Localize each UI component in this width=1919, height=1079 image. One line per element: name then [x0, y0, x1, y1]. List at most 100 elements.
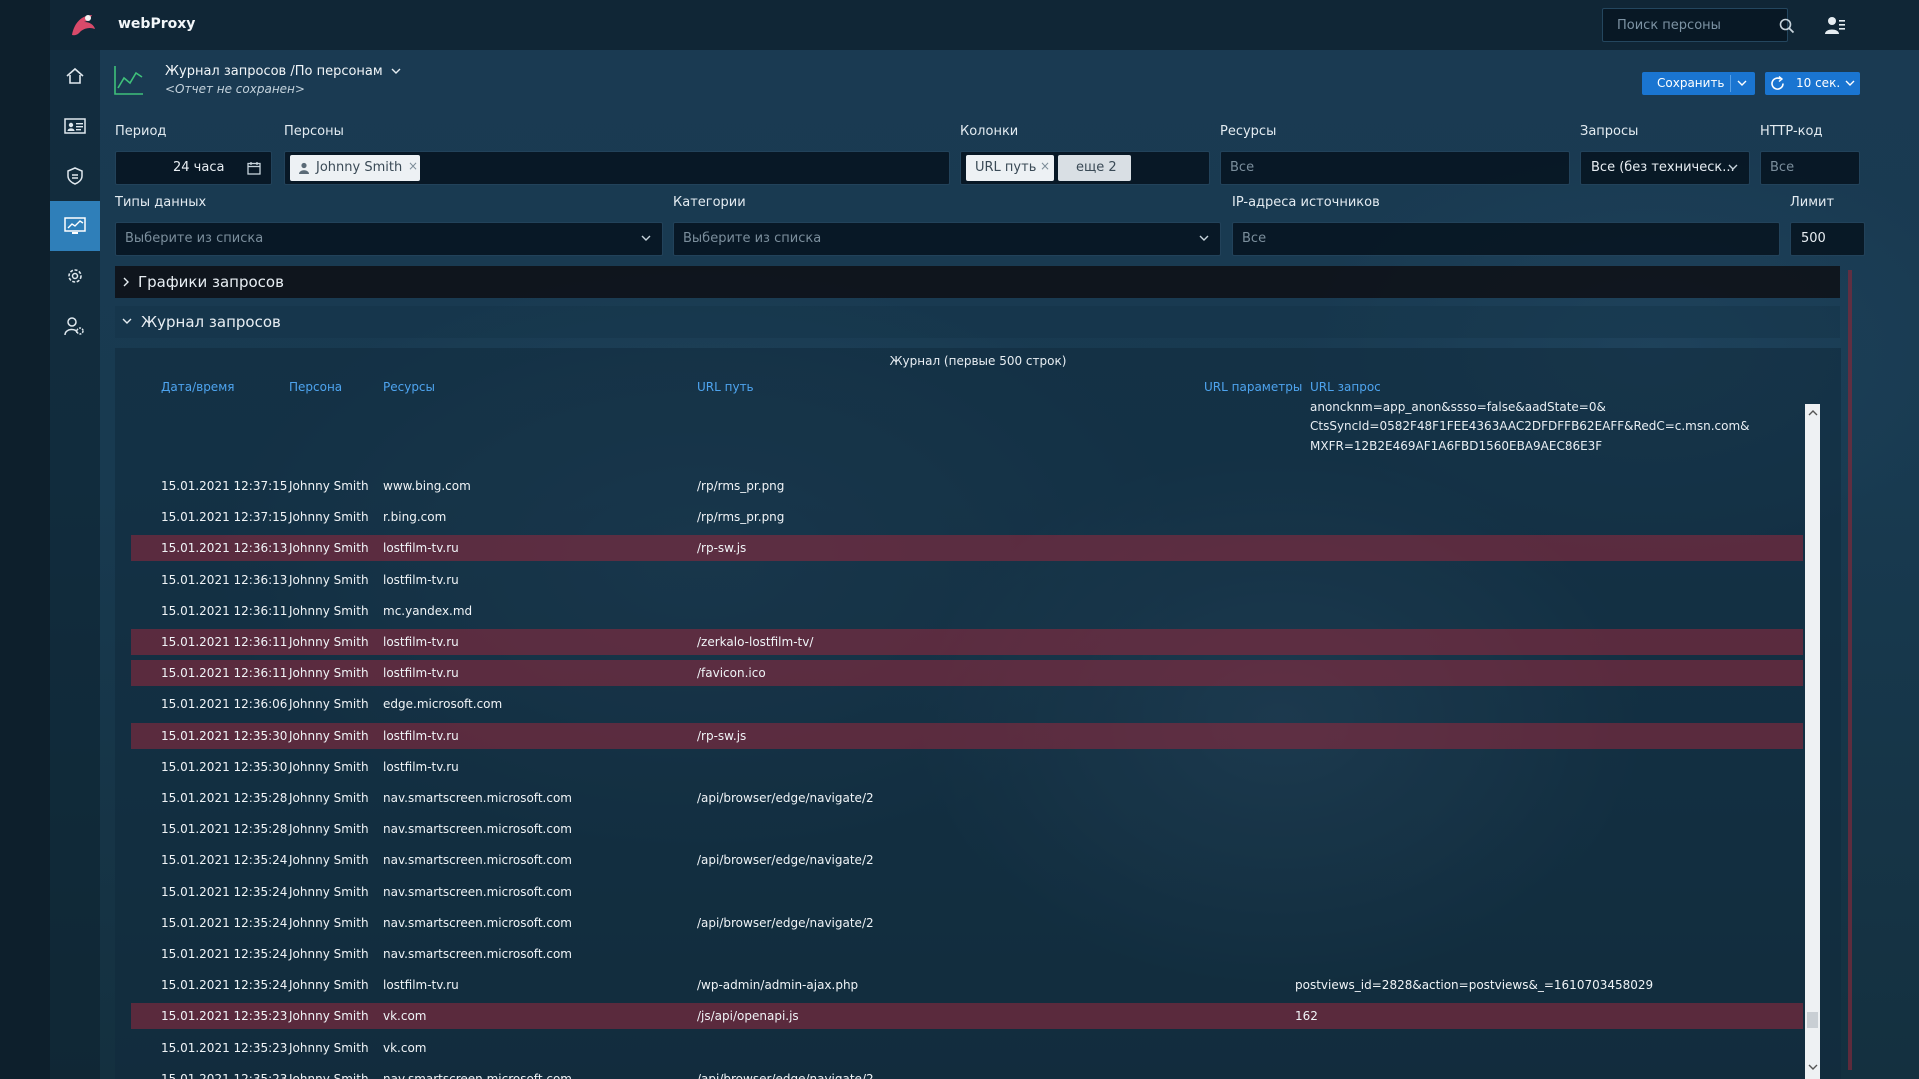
table-row[interactable]: 15.01.2021 12:36:13 Johnny Smith lostfilm-… — [131, 567, 1803, 593]
remove-tag-icon[interactable]: × — [408, 159, 418, 173]
table-row[interactable]: 15.01.2021 12:35:28 Johnny Smith nav.smart… — [131, 785, 1803, 811]
log-section-title: Журнал запросов — [141, 313, 281, 331]
scroll-down-icon[interactable] — [1808, 1062, 1818, 1072]
sidebar-item-reports[interactable] — [50, 201, 100, 251]
table-scrollbar[interactable] — [1805, 404, 1820, 1079]
table-row[interactable]: 15.01.2021 12:35:24 Johnny Smith lostfilm-… — [131, 972, 1803, 998]
source-ips-label: IP-адреса источников — [1232, 195, 1380, 210]
cell-person: Johnny Smith — [289, 603, 369, 618]
column-header-person[interactable]: Персона — [289, 380, 342, 394]
chevron-down-icon — [641, 235, 651, 241]
table-row[interactable]: 15.01.2021 12:35:23 Johnny Smith vk.com — [131, 1035, 1803, 1061]
sidebar-item-security[interactable] — [50, 151, 100, 201]
sidebar-item-home[interactable] — [50, 51, 100, 101]
refresh-interval-label: 10 сек. — [1796, 76, 1841, 90]
categories-label: Категории — [673, 195, 746, 210]
requests-select[interactable]: Все (без техническ... — [1580, 151, 1750, 185]
scroll-up-icon[interactable] — [1808, 408, 1818, 418]
sidebar-item-users[interactable] — [50, 301, 100, 351]
save-button-label: Сохранить — [1657, 76, 1725, 90]
datatypes-select[interactable]: Выберите из списка — [115, 222, 663, 256]
cell-resource: nav.smartscreen.microsoft.com — [383, 1071, 572, 1079]
chevron-down-icon — [122, 318, 132, 324]
table-row[interactable]: 15.01.2021 12:35:24 Johnny Smith nav.smart… — [131, 879, 1803, 905]
user-icon — [299, 162, 309, 174]
table-row[interactable]: 15.01.2021 12:35:24 Johnny Smith nav.smart… — [131, 941, 1803, 967]
cell-person: Johnny Smith — [289, 510, 369, 525]
person-tag[interactable]: Johnny Smith × — [290, 155, 420, 181]
limit-value: 500 — [1801, 231, 1826, 246]
scrollbar-thumb[interactable] — [1807, 1012, 1818, 1028]
column-header-date[interactable]: Дата/время — [161, 380, 234, 394]
calendar-icon[interactable] — [247, 161, 261, 175]
page-scrollbar[interactable] — [1848, 270, 1852, 1070]
table-row[interactable]: 15.01.2021 12:35:24 Johnny Smith nav.smart… — [131, 847, 1803, 873]
persons-field[interactable]: Johnny Smith × — [284, 151, 950, 185]
cell-person: Johnny Smith — [289, 884, 369, 899]
table-row[interactable]: 15.01.2021 12:36:11 Johnny Smith lostfilm-… — [131, 660, 1803, 687]
refresh-interval-button[interactable]: 10 сек. — [1765, 72, 1860, 95]
datatypes-placeholder: Выберите из списка — [125, 231, 264, 246]
cell-person: Johnny Smith — [289, 1040, 369, 1055]
column-tag[interactable]: URL путь × — [966, 155, 1054, 181]
sidebar-item-persons[interactable] — [50, 101, 100, 151]
cell-url-path: /api/browser/edge/navigate/2 — [697, 791, 874, 805]
cell-resource: www.bing.com — [383, 479, 471, 493]
report-title[interactable]: Журнал запросов /По персонам — [165, 64, 401, 79]
charts-section-header[interactable]: Графики запросов — [115, 266, 1840, 298]
log-caption: Журнал (первые 500 строк) — [889, 354, 1067, 368]
remove-tag-icon[interactable]: × — [1040, 159, 1050, 173]
cell-person: Johnny Smith — [289, 572, 369, 587]
cell-person: Johnny Smith — [289, 697, 369, 712]
cell-person: Johnny Smith — [289, 479, 369, 493]
more-columns-tag[interactable]: еще 2 — [1058, 155, 1131, 181]
cell-date: 15.01.2021 12:36:06 — [161, 697, 288, 712]
table-row[interactable]: 15.01.2021 12:36:11 Johnny Smith mc.yandex… — [131, 598, 1803, 624]
user-menu-icon[interactable] — [1824, 14, 1846, 36]
table-row[interactable]: 15.01.2021 12:37:15 Johnny Smith r.bing.co… — [131, 504, 1803, 530]
cell-date: 15.01.2021 12:37:15 — [161, 479, 288, 493]
table-row[interactable]: 15.01.2021 12:36:06 Johnny Smith edge.micr… — [131, 691, 1803, 717]
cell-person: Johnny Smith — [289, 1009, 369, 1024]
categories-placeholder: Выберите из списка — [683, 231, 822, 246]
table-row[interactable]: 15.01.2021 12:36:11 Johnny Smith lostfilm-… — [131, 629, 1803, 655]
table-row[interactable]: 15.01.2021 12:35:24 Johnny Smith nav.smart… — [131, 910, 1803, 936]
column-header-url-path[interactable]: URL путь — [697, 380, 754, 394]
save-button[interactable]: Сохранить — [1642, 72, 1755, 95]
cell-resource: lostfilm-tv.ru — [383, 572, 459, 587]
period-select[interactable]: 24 часа — [115, 151, 272, 185]
table-row[interactable]: 15.01.2021 12:37:15 Johnny Smith www.bing.… — [131, 473, 1803, 499]
chevron-down-icon[interactable] — [1735, 75, 1749, 91]
resources-field[interactable]: Все — [1220, 151, 1570, 185]
search-icon[interactable] — [1779, 18, 1795, 34]
table-row[interactable]: 15.01.2021 12:35:30 Johnny Smith lostfilm-… — [131, 722, 1803, 749]
url-request-overflow: MXFR=12B2E469AF1A6FBD1560EBA9AEC86E3F — [1310, 439, 1603, 453]
source-ips-field[interactable]: Все — [1232, 222, 1780, 256]
http-code-field[interactable]: Все — [1760, 151, 1860, 185]
column-header-resource[interactable]: Ресурсы — [383, 380, 435, 394]
column-header-url-params[interactable]: URL параметры — [1204, 380, 1302, 394]
cell-resource: nav.smartscreen.microsoft.com — [383, 915, 572, 930]
column-header-url-request[interactable]: URL запрос — [1310, 380, 1381, 394]
cell-date: 15.01.2021 12:36:11 — [161, 666, 288, 681]
table-row[interactable]: 15.01.2021 12:35:30 Johnny Smith lostfilm-… — [131, 754, 1803, 780]
table-row[interactable]: 15.01.2021 12:35:23 Johnny Smith nav.smart… — [131, 1066, 1803, 1079]
sidebar-item-settings[interactable] — [50, 251, 100, 301]
cell-date: 15.01.2021 12:35:24 — [161, 853, 288, 868]
table-row[interactable]: 15.01.2021 12:35:23 Johnny Smith vk.com/js… — [131, 1003, 1803, 1030]
refresh-icon[interactable] — [1768, 74, 1787, 93]
log-table: Журнал (первые 500 строк) Дата/время Пер… — [115, 348, 1841, 1079]
http-code-placeholder: Все — [1770, 160, 1795, 175]
columns-field[interactable]: URL путь × еще 2 — [960, 151, 1210, 185]
table-row[interactable]: 15.01.2021 12:35:28 Johnny Smith nav.smart… — [131, 816, 1803, 842]
log-section-header[interactable]: Журнал запросов — [115, 306, 1840, 338]
categories-select[interactable]: Выберите из списка — [673, 222, 1221, 256]
table-row[interactable]: 15.01.2021 12:36:13 Johnny Smith lostfilm-… — [131, 535, 1803, 562]
http-code-label: HTTP-код — [1760, 124, 1823, 139]
search-input[interactable]: Поиск персоны — [1602, 8, 1795, 42]
limit-field[interactable]: 500 — [1790, 222, 1865, 256]
cell-date: 15.01.2021 12:35:23 — [161, 1071, 288, 1079]
cell-url-request: postviews_id=2828&action=postviews&_=161… — [1295, 978, 1654, 993]
cell-url-path: /favicon.ico — [697, 666, 766, 681]
cell-person: Johnny Smith — [289, 915, 369, 930]
